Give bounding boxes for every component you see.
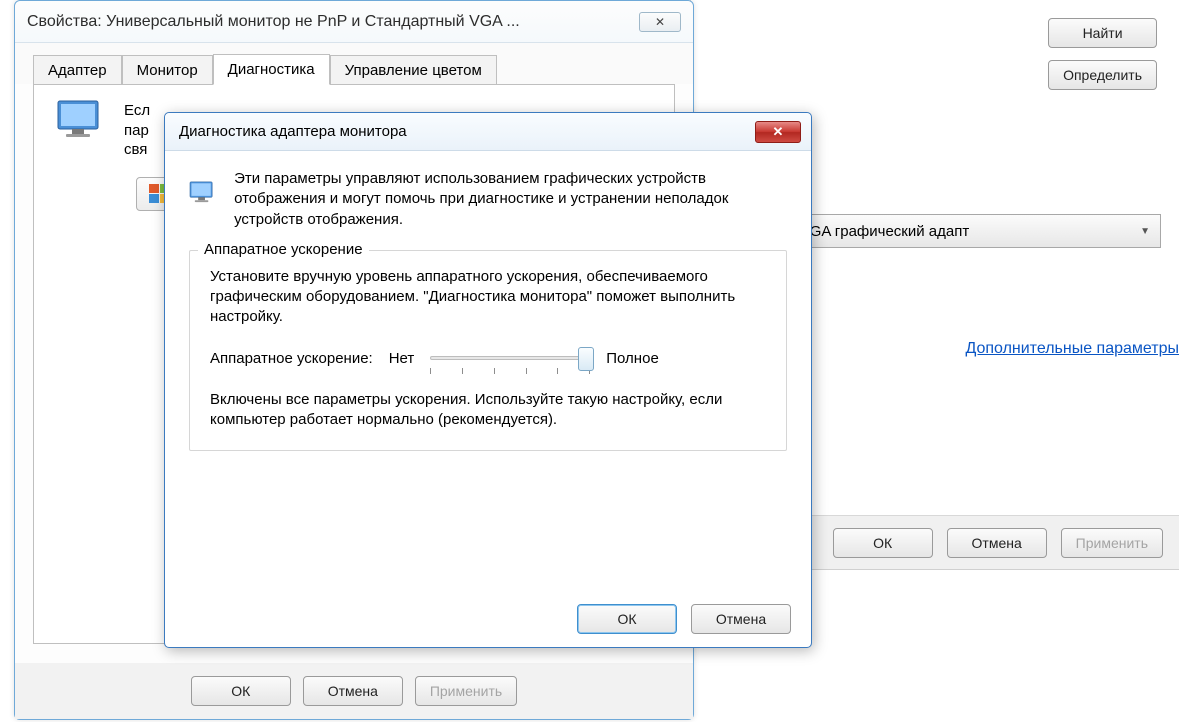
close-icon: ✕ [655,15,665,29]
diagnostics-dialog: Диагностика адаптера монитора ✕ Эти пара… [164,112,812,648]
detect-button[interactable]: Определить [1048,60,1157,90]
diagnostics-close-button[interactable]: ✕ [755,121,801,143]
monitor-icon [56,99,104,139]
props-cancel-button[interactable]: Отмена [303,676,403,706]
bg-cancel-button[interactable]: Отмена [947,528,1047,558]
properties-close-button[interactable]: ✕ [639,12,681,32]
props-ok-button[interactable]: ОК [191,676,291,706]
properties-titlebar: Свойства: Универсальный монитор не PnP и… [15,1,693,43]
diagnostics-intro-text: Эти параметры управляют использованием г… [234,169,787,230]
advanced-settings-link[interactable]: Дополнительные параметры [965,340,1179,358]
hardware-accel-description: Установите вручную уровень аппаратного у… [210,267,766,328]
bg-apply-button[interactable]: Применить [1061,528,1163,558]
slider-label: Аппаратное ускорение: [210,350,373,367]
tab-diagnostics[interactable]: Диагностика [213,54,330,85]
tab-truncated-text: Есл пар свя [124,101,150,160]
tab-adapter[interactable]: Адаптер [33,55,122,85]
diagnostics-title: Диагностика адаптера монитора [179,123,407,140]
slider-min-label: Нет [389,350,415,367]
hardware-accel-group: Аппаратное ускорение Установите вручную … [189,250,787,451]
properties-title: Свойства: Универсальный монитор не PnP и… [27,13,520,31]
hardware-accel-slider[interactable] [430,350,590,368]
find-button[interactable]: Найти [1048,18,1157,48]
tab-color-mgmt[interactable]: Управление цветом [330,55,497,85]
bg-ok-button[interactable]: ОК [833,528,933,558]
properties-tabstrip: Адаптер Монитор Диагностика Управление ц… [15,43,693,84]
slider-max-label: Полное [606,350,659,367]
close-icon: ✕ [773,124,784,140]
chevron-down-icon: ▼ [1140,226,1150,237]
props-apply-button[interactable]: Применить [415,676,517,706]
diag-cancel-button[interactable]: Отмена [691,604,791,634]
hardware-accel-group-title: Аппаратное ускорение [198,241,369,258]
diag-ok-button[interactable]: ОК [577,604,677,634]
monitor-icon [189,169,216,215]
diagnostics-titlebar: Диагностика адаптера монитора ✕ [165,113,811,151]
properties-bottom-bar: ОК Отмена Применить [15,663,693,719]
slider-thumb[interactable] [578,347,594,371]
diagnostics-footer: ОК Отмена [165,591,811,647]
accel-status-text: Включены все параметры ускорения. Исполь… [210,390,766,431]
tab-monitor[interactable]: Монитор [122,55,213,85]
